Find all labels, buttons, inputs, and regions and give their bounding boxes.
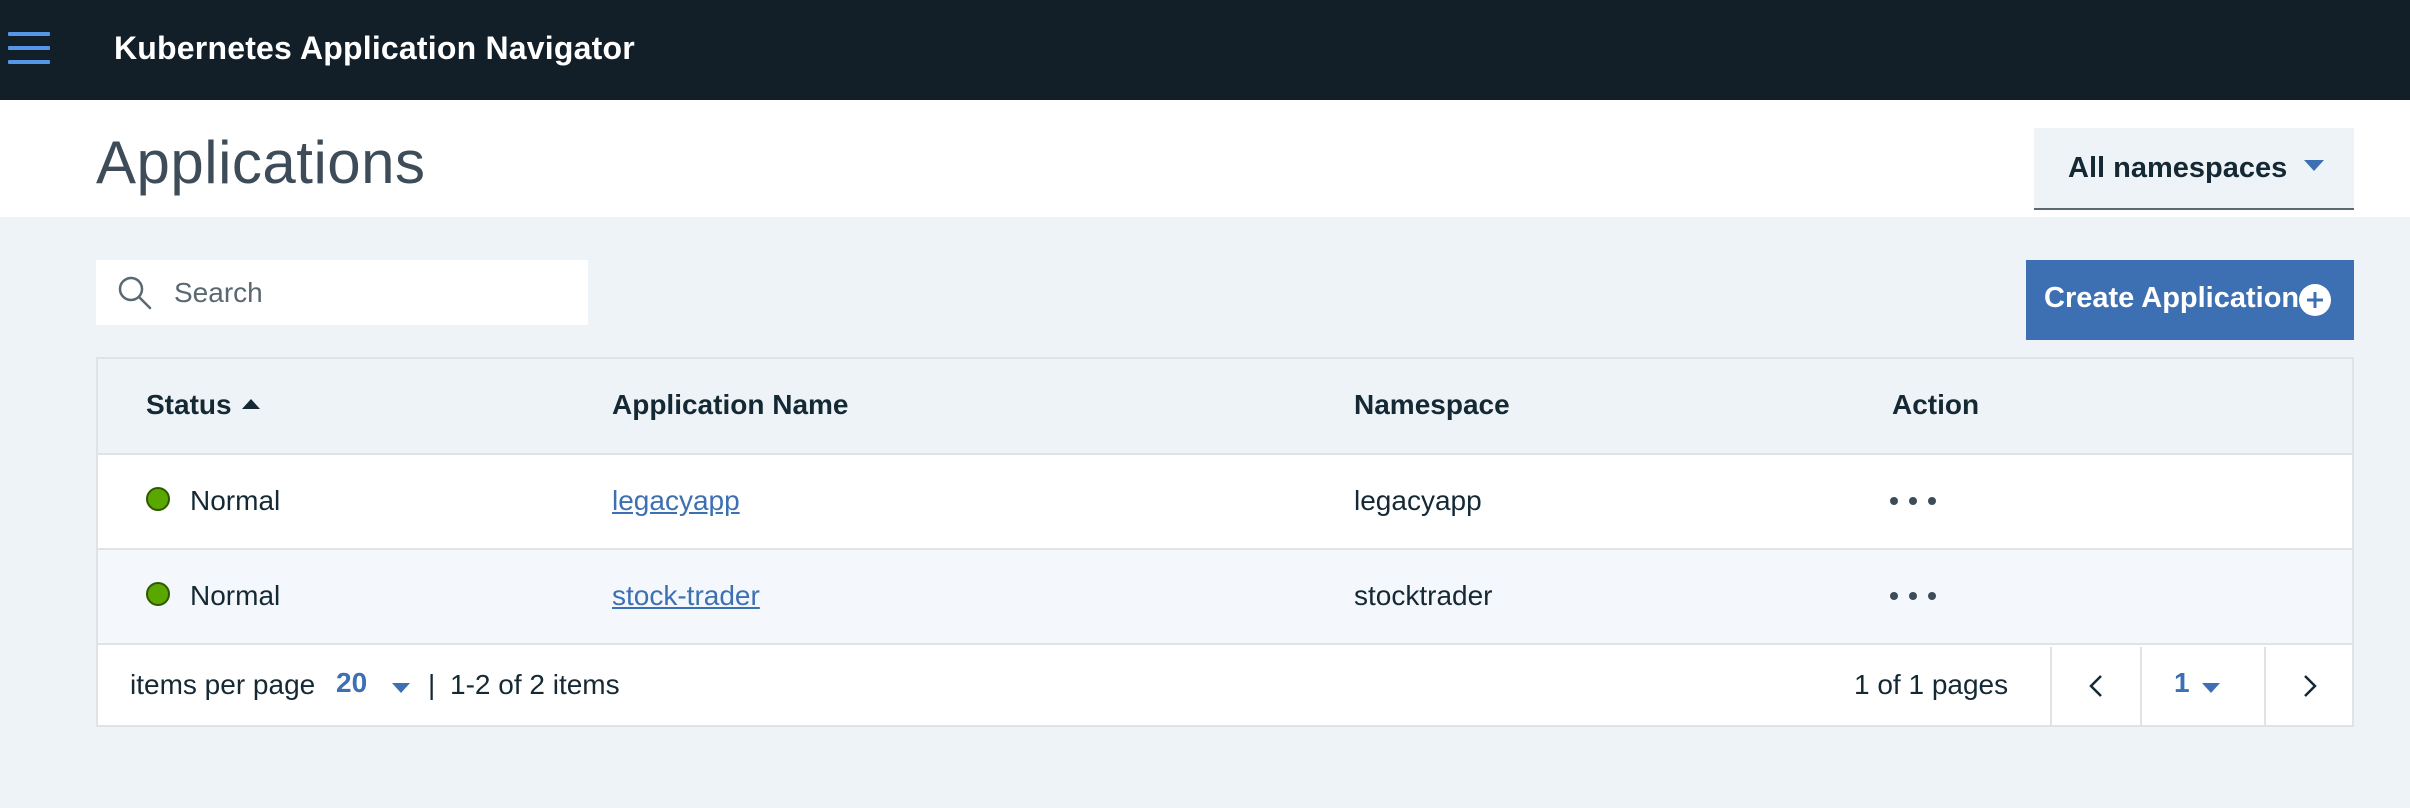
caret-down-icon [2304, 160, 2324, 171]
namespace-text: legacyapp [1354, 485, 1482, 516]
page-count-text: 1 of 1 pages [1854, 669, 2009, 700]
app-title: Kubernetes Application Navigator [114, 30, 635, 66]
top-bar: Kubernetes Application Navigator [0, 0, 2410, 100]
column-header-application-name[interactable]: Application Name [612, 389, 848, 421]
table-header: Status Application Name Namespace Action [98, 359, 2352, 455]
items-per-page-label: items per page [130, 669, 316, 700]
hamburger-menu-icon[interactable] [8, 32, 50, 64]
create-application-label: Create Application [2044, 282, 2300, 314]
next-page-button[interactable] [2266, 647, 2352, 725]
column-header-namespace[interactable]: Namespace [1354, 389, 1510, 421]
caret-down-icon [2202, 683, 2220, 693]
create-application-button[interactable]: Create Application [2026, 260, 2354, 340]
status-normal-icon [146, 582, 170, 606]
table-row: Normal stock-trader stocktrader [98, 550, 2352, 645]
application-name-link[interactable]: legacyapp [612, 485, 740, 517]
namespace-text: stocktrader [1354, 580, 1493, 611]
chevron-right-icon [2304, 675, 2317, 697]
previous-page-button[interactable] [2052, 647, 2140, 725]
pager-separator: | [428, 669, 436, 700]
table-row: Normal legacyapp legacyapp [98, 455, 2352, 550]
namespace-dropdown[interactable]: All namespaces [2034, 128, 2354, 210]
column-header-action: Action [1892, 389, 1980, 420]
search-icon [118, 276, 152, 310]
items-per-page-select[interactable]: 20 [336, 667, 367, 699]
search-input[interactable] [174, 260, 574, 325]
search-box [96, 260, 588, 325]
page-number-select[interactable]: 1 [2174, 667, 2190, 699]
item-range-text: 1-2 of 2 items [450, 669, 620, 700]
status-normal-icon [146, 487, 170, 511]
pagination-bar: items per page 20 | 1-2 of 2 items 1 of … [98, 647, 2352, 725]
overflow-menu-icon[interactable] [1890, 592, 1936, 600]
status-text: Normal [190, 580, 281, 611]
status-text: Normal [190, 485, 281, 516]
column-header-status[interactable]: Status [146, 389, 260, 421]
page-title: Applications [96, 129, 426, 196]
overflow-menu-icon[interactable] [1890, 497, 1936, 505]
application-name-link[interactable]: stock-trader [612, 580, 760, 612]
chevron-left-icon [2089, 675, 2102, 697]
applications-table: Status Application Name Namespace Action… [96, 357, 2354, 727]
caret-down-icon [392, 683, 410, 693]
sort-ascending-icon [241, 398, 260, 409]
namespace-dropdown-value: All namespaces [2068, 152, 2288, 184]
pager-divider [2140, 647, 2142, 725]
add-circle-icon [2299, 284, 2331, 316]
